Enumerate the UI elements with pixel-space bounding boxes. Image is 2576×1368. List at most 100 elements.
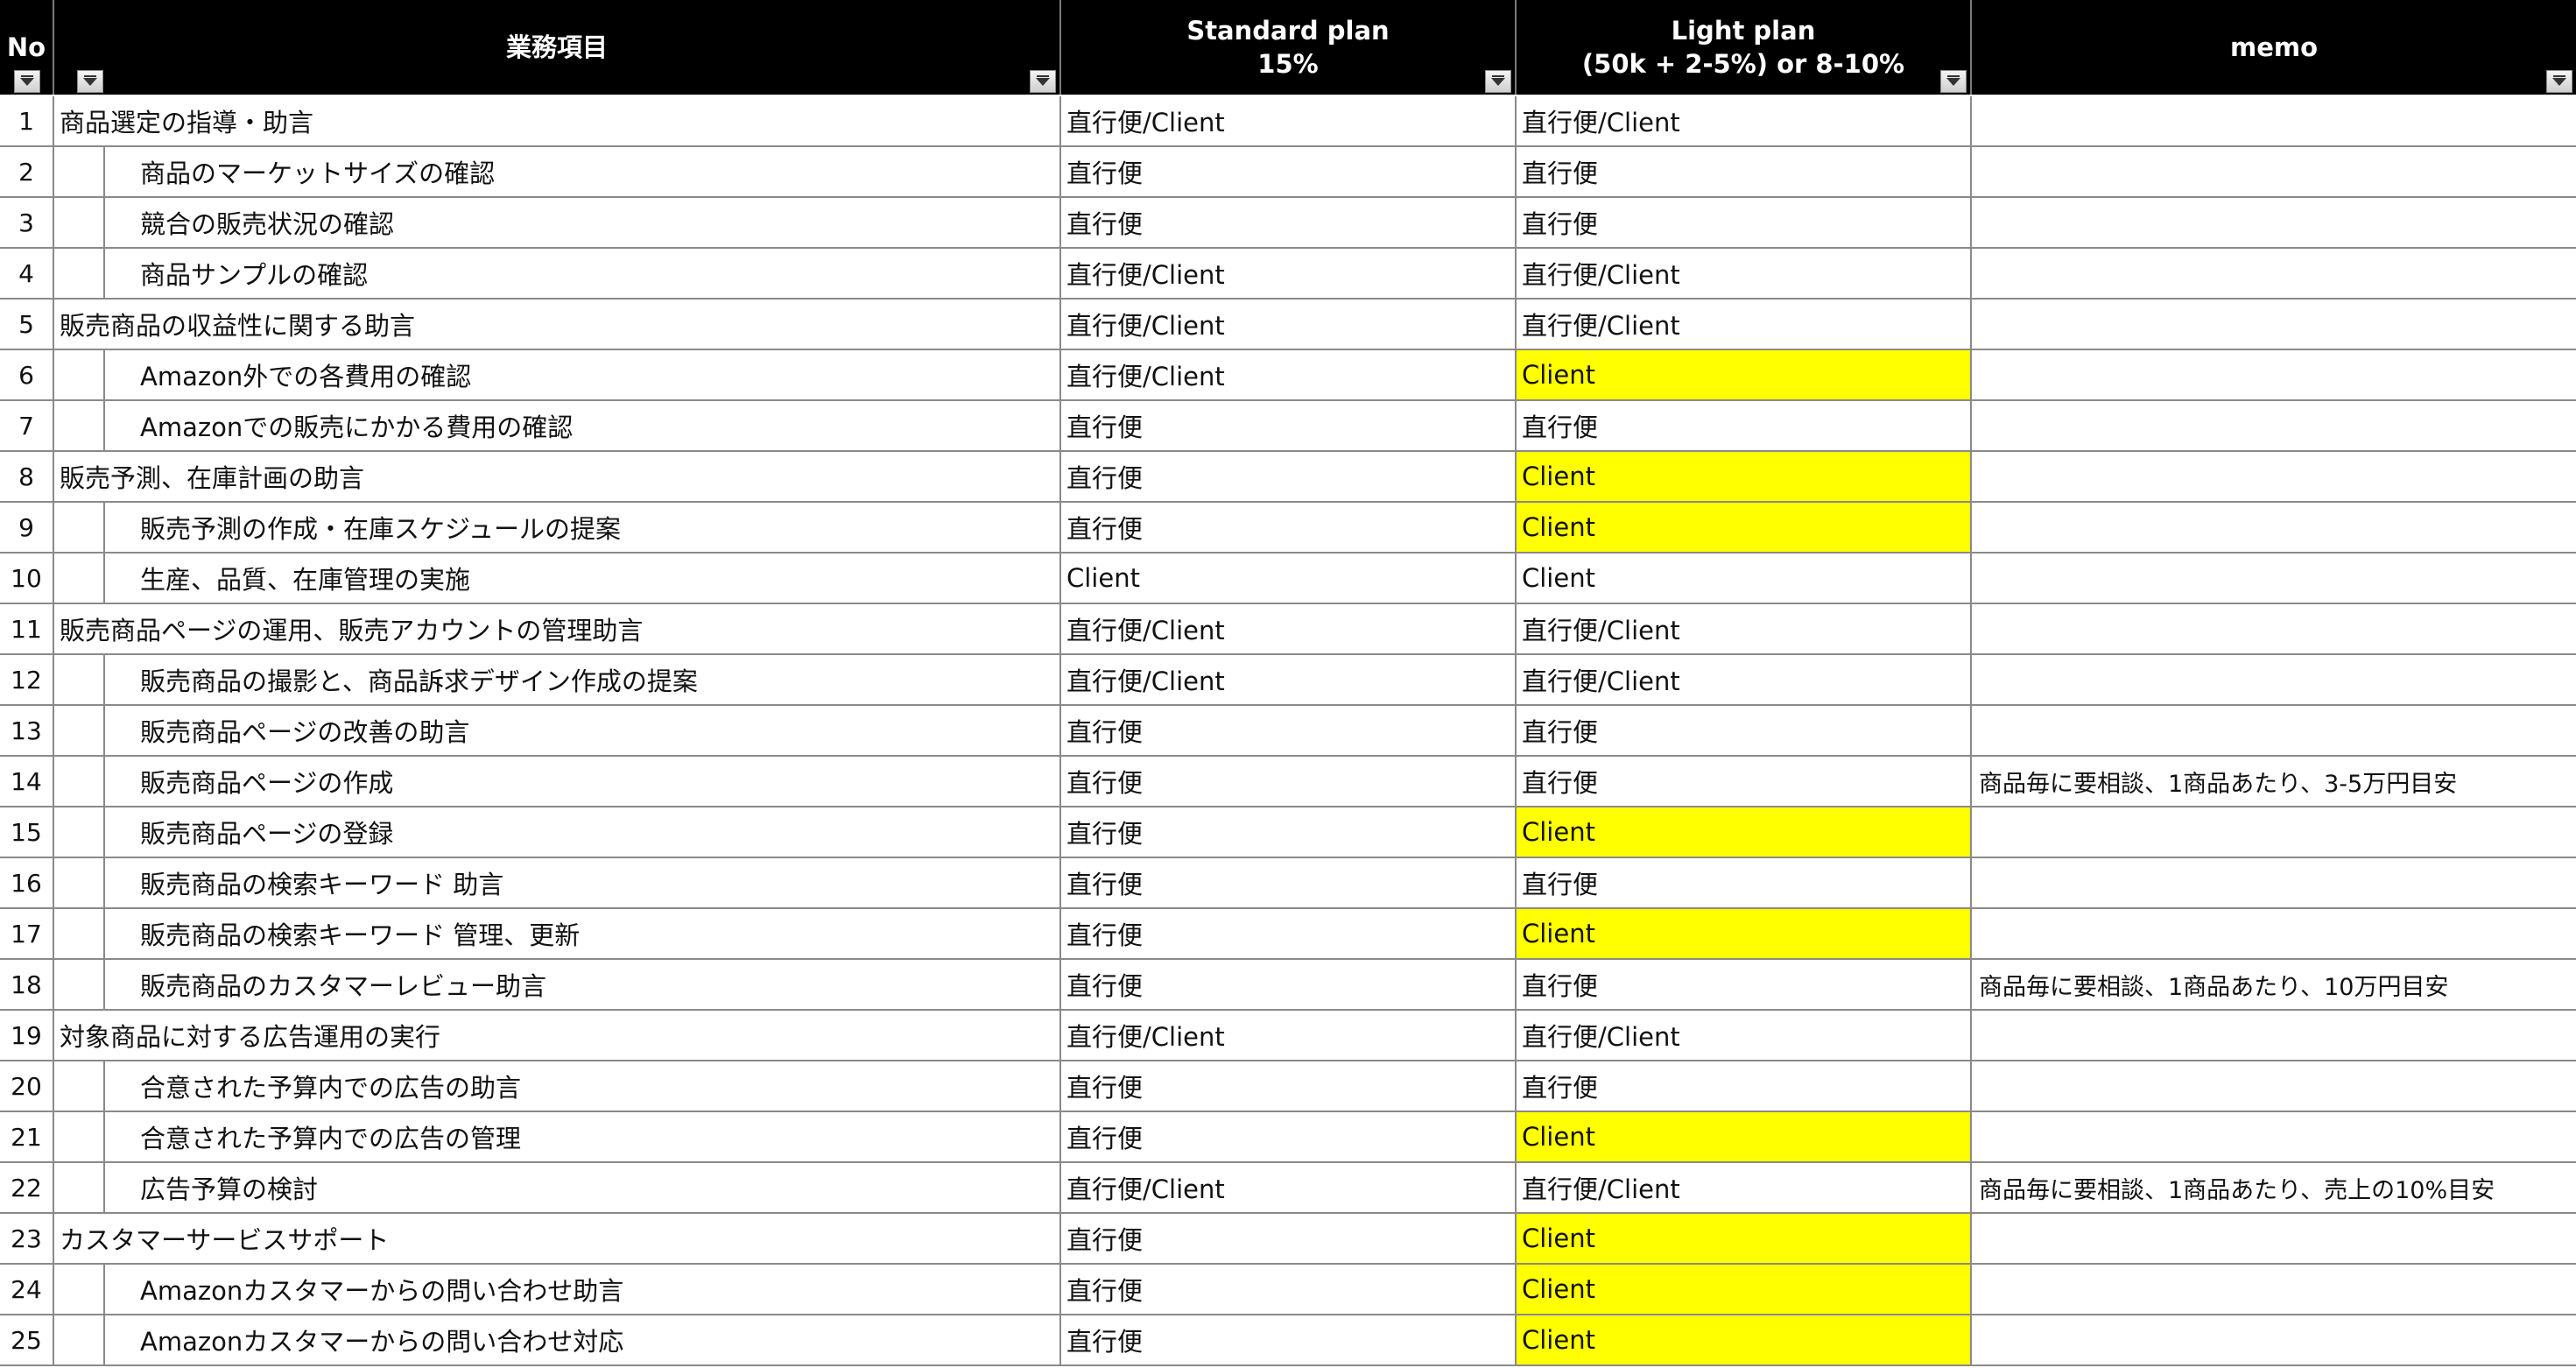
cell-memo[interactable] [1972, 1315, 2576, 1366]
filter-dropdown-task-left[interactable] [77, 70, 103, 93]
header-task[interactable]: 業務項目 [54, 0, 1061, 95]
cell-memo[interactable] [1972, 350, 2576, 401]
filter-dropdown-standard[interactable] [1485, 70, 1511, 93]
cell-standard-plan[interactable]: 直行便/Client [1061, 655, 1517, 706]
cell-task[interactable]: 合意された予算内での広告の助言 [54, 1061, 1061, 1112]
cell-light-plan[interactable]: 直行便 [1517, 401, 1972, 452]
cell-light-plan[interactable]: 直行便/Client [1517, 604, 1972, 655]
cell-standard-plan[interactable]: 直行便 [1061, 147, 1517, 198]
cell-task[interactable]: 販売予測の作成・在庫スケジュールの提案 [54, 503, 1061, 554]
cell-light-plan[interactable]: Client [1517, 350, 1972, 401]
cell-memo[interactable]: 商品毎に要相談、1商品あたり、10万円目安 [1972, 960, 2576, 1011]
cell-memo[interactable]: 商品毎に要相談、1商品あたり、3-5万円目安 [1972, 757, 2576, 807]
cell-no[interactable]: 9 [0, 503, 54, 554]
cell-light-plan[interactable]: 直行便 [1517, 706, 1972, 757]
cell-light-plan[interactable]: Client [1517, 503, 1972, 554]
cell-memo[interactable] [1972, 96, 2576, 147]
cell-task[interactable]: 商品サンプルの確認 [54, 249, 1061, 300]
cell-no[interactable]: 11 [0, 604, 54, 655]
cell-task[interactable]: 商品のマーケットサイズの確認 [54, 147, 1061, 198]
cell-no[interactable]: 12 [0, 655, 54, 706]
cell-light-plan[interactable]: 直行便/Client [1517, 1163, 1972, 1214]
cell-memo[interactable] [1972, 300, 2576, 350]
cell-task[interactable]: カスタマーサービスサポート [54, 1214, 1061, 1265]
cell-standard-plan[interactable]: 直行便 [1061, 452, 1517, 503]
cell-no[interactable]: 21 [0, 1112, 54, 1163]
cell-no[interactable]: 6 [0, 350, 54, 401]
cell-light-plan[interactable]: 直行便/Client [1517, 655, 1972, 706]
filter-dropdown-memo[interactable] [2546, 70, 2572, 93]
cell-standard-plan[interactable]: 直行便 [1061, 1061, 1517, 1112]
cell-light-plan[interactable]: Client [1517, 1315, 1972, 1366]
cell-standard-plan[interactable]: 直行便/Client [1061, 604, 1517, 655]
cell-no[interactable]: 5 [0, 300, 54, 350]
cell-task[interactable]: 販売商品のカスタマーレビュー助言 [54, 960, 1061, 1011]
cell-no[interactable]: 18 [0, 960, 54, 1011]
cell-task[interactable]: Amazon外での各費用の確認 [54, 350, 1061, 401]
cell-task[interactable]: 合意された予算内での広告の管理 [54, 1112, 1061, 1163]
cell-no[interactable]: 14 [0, 757, 54, 807]
cell-task[interactable]: 販売商品ページの作成 [54, 757, 1061, 807]
cell-standard-plan[interactable]: Client [1061, 554, 1517, 604]
cell-standard-plan[interactable]: 直行便 [1061, 757, 1517, 807]
cell-no[interactable]: 20 [0, 1061, 54, 1112]
cell-standard-plan[interactable]: 直行便/Client [1061, 1163, 1517, 1214]
cell-light-plan[interactable]: Client [1517, 1265, 1972, 1315]
cell-light-plan[interactable]: 直行便 [1517, 198, 1972, 249]
cell-task[interactable]: 販売商品ページの運用、販売アカウントの管理助言 [54, 604, 1061, 655]
cell-standard-plan[interactable]: 直行便/Client [1061, 1011, 1517, 1061]
filter-dropdown-light[interactable] [1940, 70, 1967, 93]
cell-memo[interactable] [1972, 1214, 2576, 1265]
cell-memo[interactable] [1972, 554, 2576, 604]
cell-memo[interactable] [1972, 706, 2576, 757]
header-memo[interactable]: memo [1972, 0, 2576, 95]
cell-memo[interactable] [1972, 807, 2576, 858]
cell-no[interactable]: 24 [0, 1265, 54, 1315]
cell-memo[interactable] [1972, 655, 2576, 706]
cell-memo[interactable] [1972, 1061, 2576, 1112]
cell-standard-plan[interactable]: 直行便 [1061, 1214, 1517, 1265]
cell-standard-plan[interactable]: 直行便/Client [1061, 96, 1517, 147]
cell-task[interactable]: 生産、品質、在庫管理の実施 [54, 554, 1061, 604]
cell-task[interactable]: 販売商品ページの登録 [54, 807, 1061, 858]
cell-no[interactable]: 10 [0, 554, 54, 604]
cell-standard-plan[interactable]: 直行便 [1061, 858, 1517, 909]
cell-memo[interactable] [1972, 452, 2576, 503]
cell-light-plan[interactable]: 直行便 [1517, 858, 1972, 909]
cell-standard-plan[interactable]: 直行便 [1061, 401, 1517, 452]
cell-light-plan[interactable]: 直行便/Client [1517, 96, 1972, 147]
cell-no[interactable]: 17 [0, 909, 54, 960]
header-light-plan[interactable]: Light plan (50k + 2-5%) or 8-10% [1517, 0, 1972, 95]
cell-standard-plan[interactable]: 直行便/Client [1061, 350, 1517, 401]
cell-memo[interactable] [1972, 401, 2576, 452]
cell-no[interactable]: 16 [0, 858, 54, 909]
cell-task[interactable]: Amazonでの販売にかかる費用の確認 [54, 401, 1061, 452]
cell-no[interactable]: 25 [0, 1315, 54, 1366]
header-no[interactable]: No [0, 0, 54, 95]
cell-standard-plan[interactable]: 直行便 [1061, 807, 1517, 858]
cell-light-plan[interactable]: Client [1517, 452, 1972, 503]
cell-task[interactable]: 販売商品の撮影と、商品訴求デザイン作成の提案 [54, 655, 1061, 706]
cell-task[interactable]: 販売商品の収益性に関する助言 [54, 300, 1061, 350]
cell-no[interactable]: 1 [0, 96, 54, 147]
cell-memo[interactable] [1972, 858, 2576, 909]
cell-standard-plan[interactable]: 直行便 [1061, 1112, 1517, 1163]
cell-task[interactable]: 広告予算の検討 [54, 1163, 1061, 1214]
cell-no[interactable]: 8 [0, 452, 54, 503]
cell-light-plan[interactable]: 直行便 [1517, 1061, 1972, 1112]
cell-no[interactable]: 22 [0, 1163, 54, 1214]
cell-memo[interactable] [1972, 1011, 2576, 1061]
cell-light-plan[interactable]: 直行便/Client [1517, 249, 1972, 300]
cell-no[interactable]: 7 [0, 401, 54, 452]
cell-light-plan[interactable]: 直行便/Client [1517, 1011, 1972, 1061]
header-standard-plan[interactable]: Standard plan 15% [1061, 0, 1517, 95]
cell-task[interactable]: Amazonカスタマーからの問い合わせ対応 [54, 1315, 1061, 1366]
cell-standard-plan[interactable]: 直行便 [1061, 909, 1517, 960]
cell-standard-plan[interactable]: 直行便 [1061, 198, 1517, 249]
cell-task[interactable]: 対象商品に対する広告運用の実行 [54, 1011, 1061, 1061]
cell-memo[interactable] [1972, 604, 2576, 655]
cell-task[interactable]: 販売予測、在庫計画の助言 [54, 452, 1061, 503]
cell-task[interactable]: Amazonカスタマーからの問い合わせ助言 [54, 1265, 1061, 1315]
cell-light-plan[interactable]: 直行便 [1517, 757, 1972, 807]
cell-light-plan[interactable]: 直行便 [1517, 960, 1972, 1011]
